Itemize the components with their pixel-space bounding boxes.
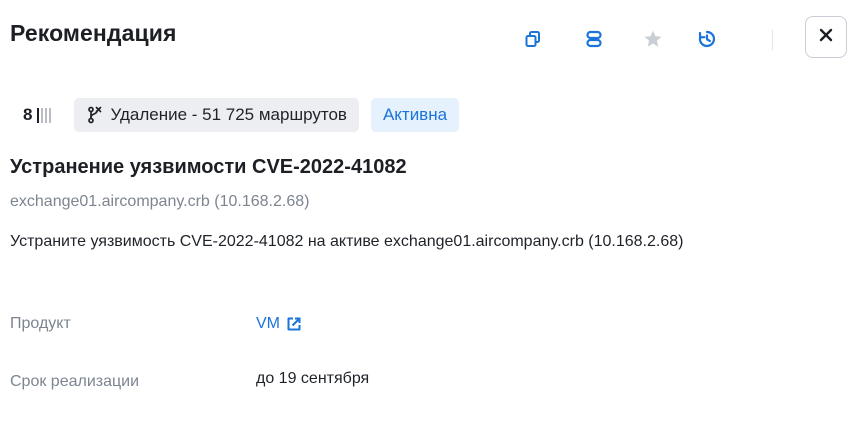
priority-bar [45,107,48,123]
priority-bars [37,107,53,123]
database-icon[interactable] [581,26,607,52]
deadline-value: до 19 сентября [256,370,370,387]
asset-host: exchange01.aircompany.crb (10.168.2.68) [10,193,310,210]
recommendation-heading: Устранение уязвимости CVE-2022-41082 [10,156,407,178]
star-icon[interactable] [640,26,666,52]
product-label: Продукт [10,315,71,332]
history-icon[interactable] [694,26,720,52]
priority-indicator: 8 [23,105,53,125]
status-badge: Активна [370,98,460,132]
external-link-icon [287,317,301,331]
header-toolbar [0,22,861,58]
deadline-label: Срок реализации [10,373,140,390]
meta-row: 8 Удаление - 51 725 маршрутов Активна [10,98,460,132]
product-link-label: VM [256,315,280,332]
priority-bar [41,107,44,123]
copy-icon[interactable] [520,26,546,52]
product-link[interactable]: VM [256,315,302,333]
priority-number: 8 [23,105,33,124]
priority-bar [37,107,40,123]
routes-chip: Удаление - 51 725 маршрутов [74,98,359,132]
recommendation-description: Устраните уязвимость CVE-2022-41082 на а… [10,233,684,250]
close-button[interactable] [805,16,847,58]
routes-chip-label: Удаление - 51 725 маршрутов [110,105,347,124]
recommendation-panel: Рекомендация 8 Удаление - 51 725 маршрут… [0,0,861,426]
toolbar-divider [772,30,773,50]
branch-icon [88,106,102,124]
close-icon [818,27,834,48]
priority-bar [49,107,52,123]
